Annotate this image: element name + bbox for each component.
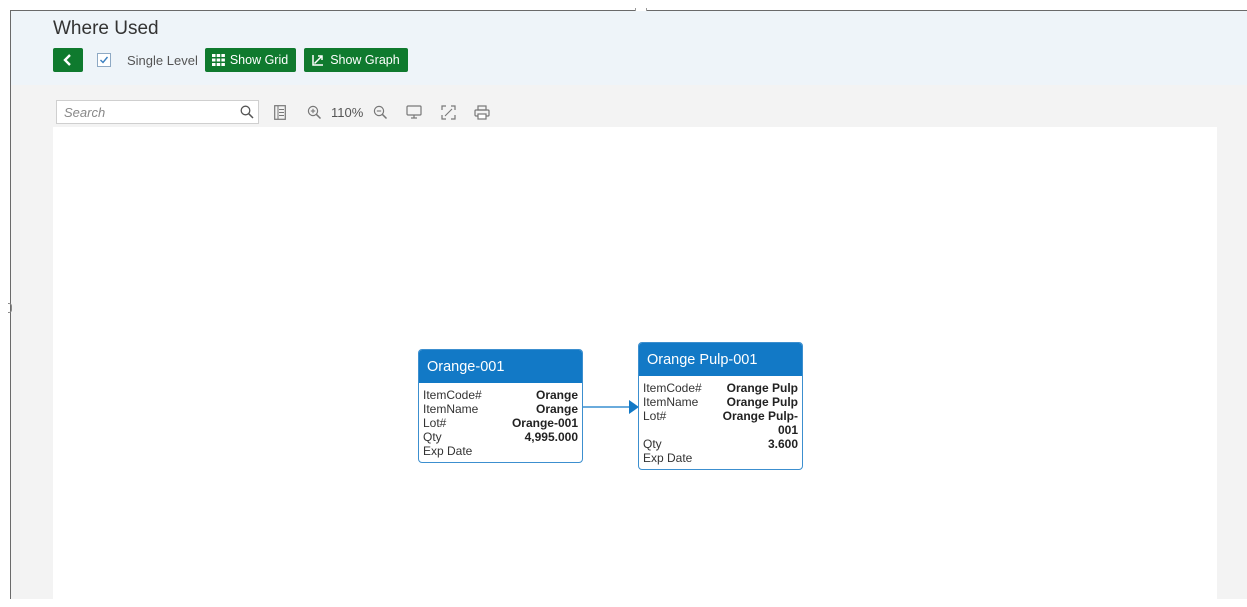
show-grid-button[interactable]: Show Grid [204,48,297,72]
field-value: 3.600 [767,437,798,451]
field-value: Orange [535,388,578,402]
graph-icon [312,54,324,66]
monitor-icon [406,105,422,119]
show-graph-label: Show Graph [330,53,400,67]
fit-screen-button[interactable] [403,101,425,123]
search-icon [240,105,254,119]
graph-canvas[interactable]: Orange-001 ItemCode# Orange ItemName Orang… [53,127,1217,607]
check-icon [100,56,109,64]
page-title: Where Used [53,18,159,39]
single-level-checkbox[interactable] [97,53,111,67]
node-field: Qty 4,995.000 [423,430,578,444]
node-field: ItemCode# Orange Pulp [643,381,798,395]
print-icon [474,104,490,120]
field-value: Orange [535,402,578,416]
list-icon [274,104,286,120]
zoom-out-icon [373,105,387,119]
field-value: Orange Pulp-001 [722,409,798,437]
field-label: Lot# [423,416,447,430]
node-field: Qty 3.600 [643,437,798,451]
field-label: ItemCode# [643,381,702,395]
node-title: Orange Pulp-001 [639,343,802,376]
action-toolbar: Single Level Show Grid Show Graph [53,48,408,72]
node-body: ItemCode# Orange Pulp ItemName Orange Pulp… [639,376,802,465]
back-arrow-icon [63,54,71,66]
back-button[interactable] [53,48,83,72]
node-title: Orange-001 [419,350,582,383]
single-level-label: Single Level [127,52,198,68]
show-graph-button[interactable]: Show Graph [304,48,408,72]
fullscreen-icon [441,104,456,120]
zoom-in-button[interactable] [303,101,325,123]
zoom-level: 110% [331,104,364,120]
search-button[interactable] [236,105,258,119]
node-field: Exp Date [643,451,798,465]
graph-node[interactable]: Orange-001 ItemCode# Orange ItemName Orang… [418,349,583,463]
field-label: Exp Date [423,444,473,458]
node-body: ItemCode# Orange ItemName Orange Lot# Orang… [419,383,582,458]
field-label: Lot# [643,409,667,423]
connector-edge [582,400,639,414]
grid-icon [211,54,225,66]
layout-button[interactable] [269,101,291,123]
node-field: Exp Date [423,444,578,458]
graph-node[interactable]: Orange Pulp-001 ItemCode# Orange Pulp Ite… [638,342,803,470]
node-field: Lot# Orange-001 [423,416,578,430]
search-input[interactable] [57,103,236,121]
field-label: Exp Date [643,451,693,465]
field-label: ItemCode# [423,388,482,402]
field-value: 4,995.000 [524,430,578,444]
field-value: Orange Pulp [726,381,798,395]
fullscreen-button[interactable] [437,101,459,123]
field-value: Orange Pulp [726,395,798,409]
print-button[interactable] [471,101,493,123]
page-header: Where Used Single Level Show Grid Show G… [11,11,1247,85]
show-grid-label: Show Grid [229,53,289,67]
search-box [56,100,259,124]
field-label: ItemName [423,402,479,416]
field-label: Qty [643,437,662,451]
field-label: ItemName [643,395,699,409]
zoom-in-icon [307,105,321,119]
node-field: ItemCode# Orange [423,388,578,402]
field-value: Orange-001 [511,416,578,430]
viewer-toolbar: 110% [56,99,493,125]
node-field: ItemName Orange Pulp [643,395,798,409]
zoom-out-button[interactable] [369,101,391,123]
app-window: Where Used Single Level Show Grid Show G… [10,8,1247,607]
node-field: ItemName Orange [423,402,578,416]
field-label: Qty [423,430,442,444]
splitter-handle[interactable] [8,303,12,313]
node-field: Lot# Orange Pulp-001 [643,409,798,437]
